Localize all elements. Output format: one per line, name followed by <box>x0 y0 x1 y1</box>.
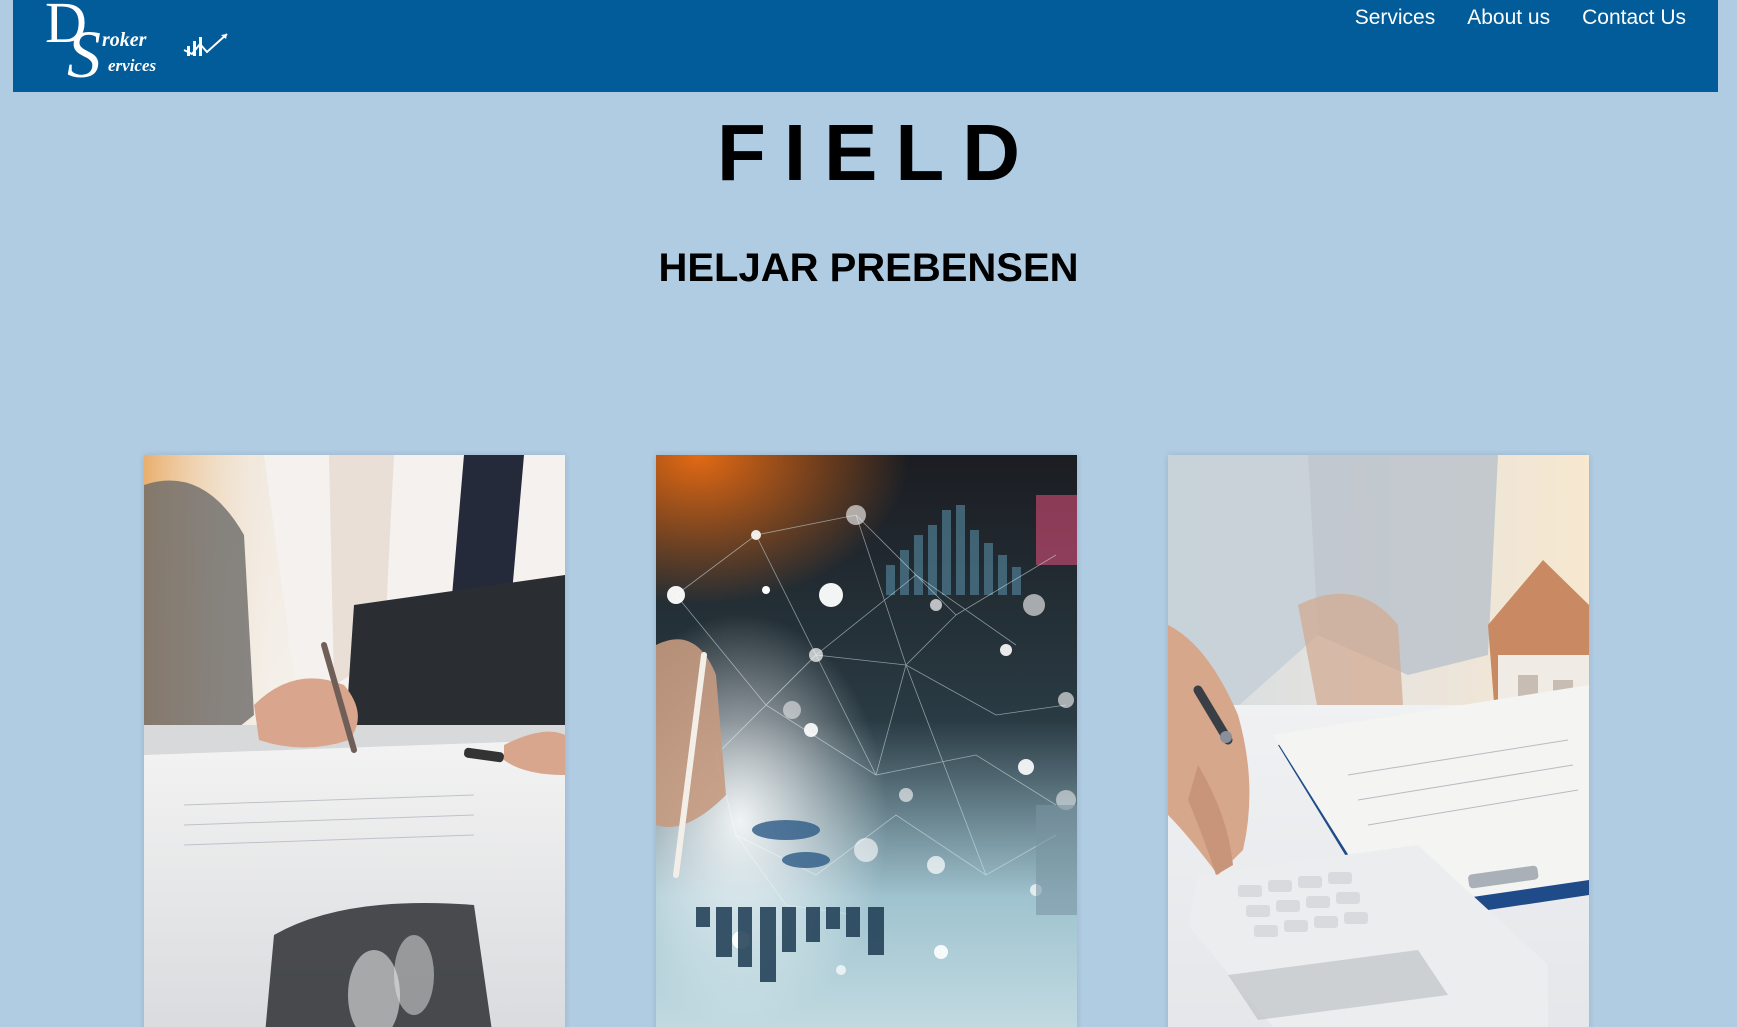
logo-letter-s: S <box>67 16 101 92</box>
signing-document-photo <box>144 455 565 1027</box>
calculator-contract-photo <box>1168 455 1589 1027</box>
nav-services-link[interactable]: Services <box>1355 6 1436 30</box>
card-calculator-image[interactable] <box>1168 455 1589 1027</box>
logo-broker-text: roker <box>102 29 147 51</box>
page-title: FIELD <box>716 108 1039 197</box>
card-data-network-image[interactable] <box>656 455 1077 1027</box>
page-subtitle: HELJAR PREBENSEN <box>658 246 1079 290</box>
navbar: D S roker ervices Services About us Cont… <box>13 0 1718 92</box>
page: D S roker ervices Services About us Cont… <box>0 0 1737 1027</box>
logo-services-text: ervices <box>108 56 157 75</box>
nav-about-us-link[interactable]: About us <box>1467 6 1550 30</box>
card-signing-image[interactable] <box>144 455 565 1027</box>
data-network-photo <box>656 455 1077 1027</box>
main-nav: Services About us Contact Us <box>1355 6 1686 30</box>
nav-contact-us-link[interactable]: Contact Us <box>1582 6 1686 30</box>
brand-logo[interactable]: D S roker ervices <box>45 0 228 92</box>
logo-chart-icon <box>183 33 228 56</box>
